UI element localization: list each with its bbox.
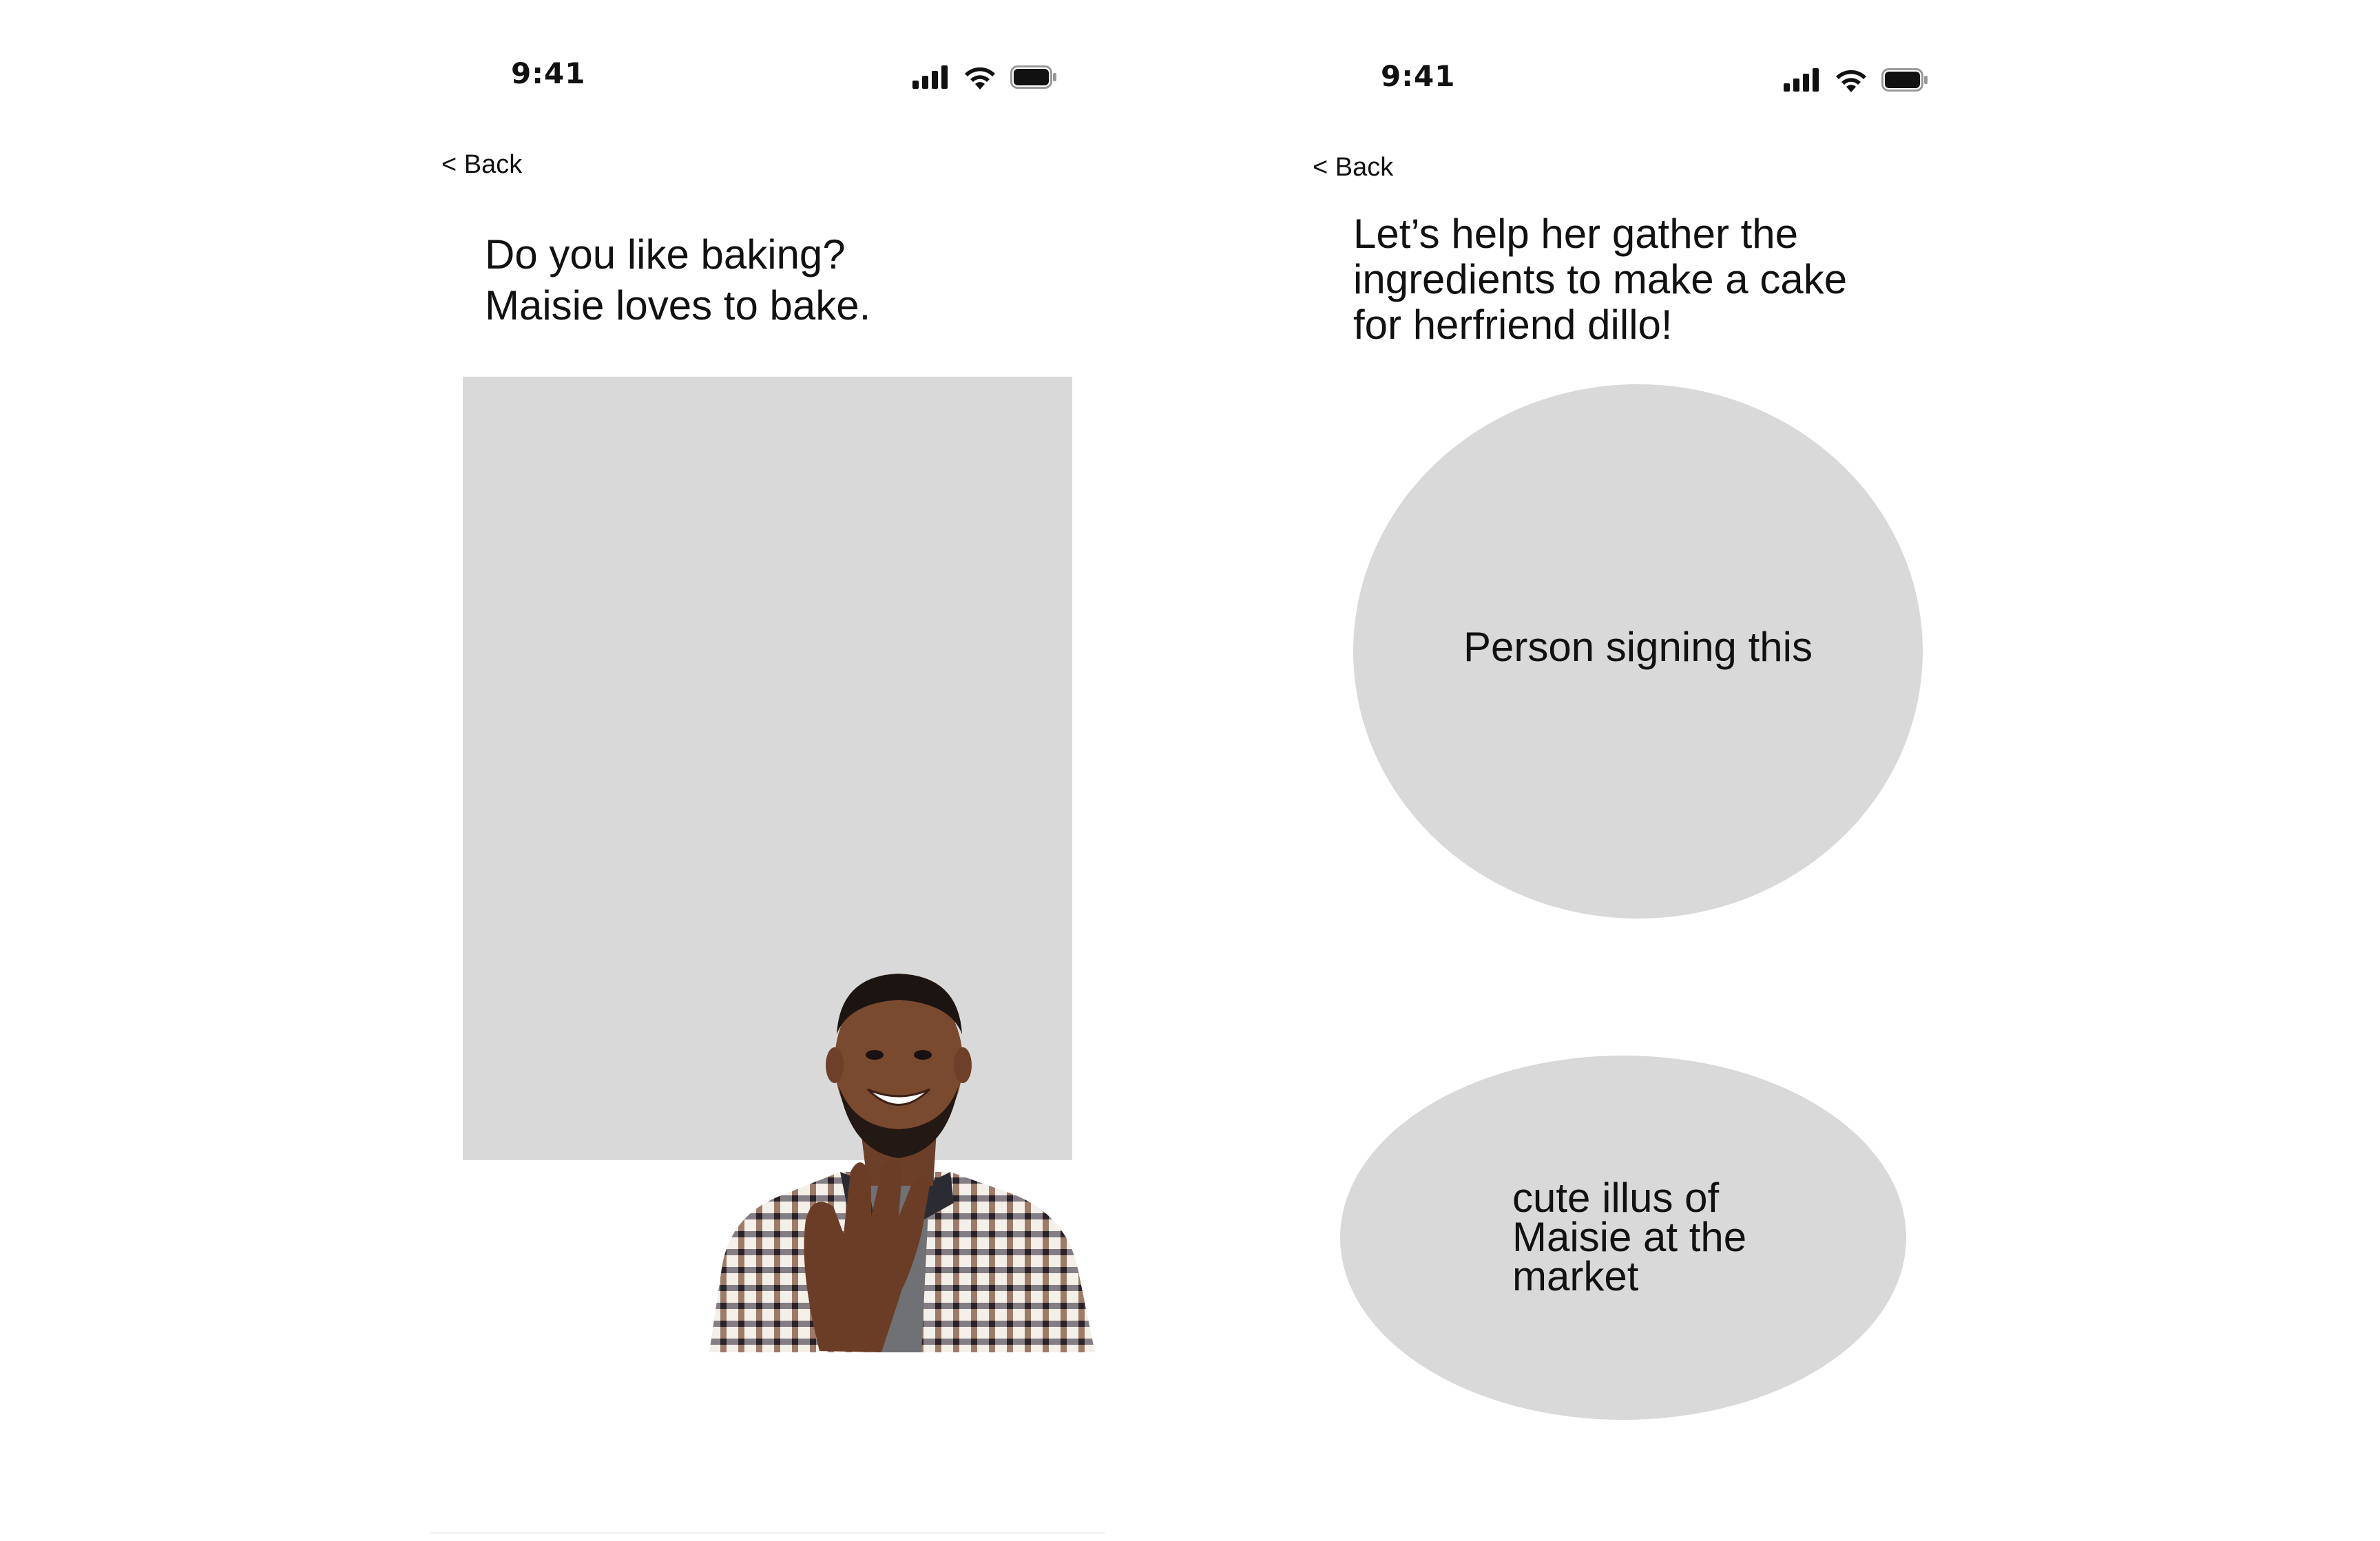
story-prompt: Do you like baking? Maisie loves to bake… xyxy=(485,231,871,328)
wifi-icon xyxy=(1836,70,1866,92)
footer-divider xyxy=(430,1532,1105,1534)
signer-placeholder-label: Person signing this xyxy=(1463,624,1813,670)
sign-language-video-person[interactable] xyxy=(702,945,1095,1352)
illustration-placeholder-label: cute illus of Maisie at the market xyxy=(1512,1175,1747,1299)
illustration-bubble: cute illus of Maisie at the market xyxy=(1340,1056,1906,1420)
status-icons xyxy=(912,63,1057,91)
wifi-icon xyxy=(965,67,995,90)
status-bar: 9:41 xyxy=(430,0,1105,117)
screen-gather-ingredients: 9:41 < Back Let’s help her gather the in… xyxy=(1302,0,1976,1522)
back-button[interactable]: < Back xyxy=(1313,153,1393,182)
status-icons xyxy=(1784,66,1928,94)
status-time: 9:41 xyxy=(511,56,586,90)
cellular-signal-icon xyxy=(912,65,948,89)
status-time: 9:41 xyxy=(1381,59,1456,93)
status-bar: 9:41 xyxy=(1302,0,1976,117)
story-prompt: Let’s help her gather the ingredients to… xyxy=(1353,211,1848,348)
battery-icon xyxy=(1010,65,1056,89)
signer-video-bubble[interactable]: Person signing this xyxy=(1353,384,1923,919)
canvas: 9:41 < Back Do you like baking? Maisie l… xyxy=(0,0,2380,1541)
cellular-signal-icon xyxy=(1784,68,1819,92)
battery-icon xyxy=(1881,68,1928,92)
back-button[interactable]: < Back xyxy=(441,150,522,180)
screen-baking-intro: 9:41 < Back Do you like baking? Maisie l… xyxy=(430,0,1105,1534)
